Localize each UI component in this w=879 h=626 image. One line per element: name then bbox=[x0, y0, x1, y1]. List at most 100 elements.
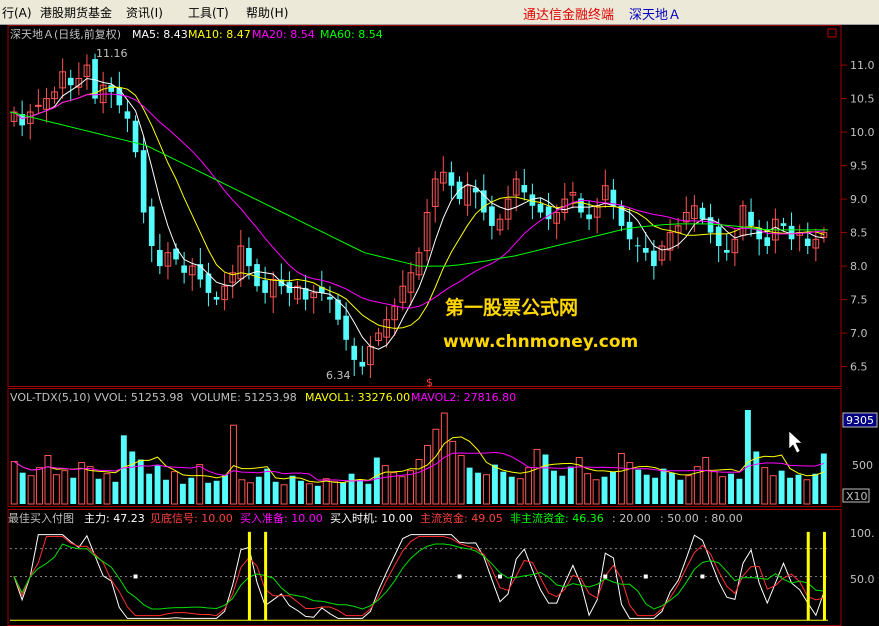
candle-body-down bbox=[359, 361, 366, 367]
menu-item-hk-futures-funds[interactable]: 港股期货基金 bbox=[40, 4, 112, 21]
volume-bar-down bbox=[635, 469, 642, 504]
menu-bar: 行(A) 港股期货基金 资讯(I) 工具(T) 帮助(H) 通达信金融终端 深天… bbox=[0, 0, 879, 25]
volume-bar-up bbox=[44, 455, 52, 505]
menu-item-info[interactable]: 资讯(I) bbox=[126, 4, 163, 21]
volume-bar-down bbox=[508, 476, 515, 504]
volume-bar-up bbox=[407, 470, 415, 505]
indicator-panel-title: 最佳买入付图 bbox=[8, 511, 74, 525]
volume-bar-up bbox=[685, 475, 693, 505]
volume-bar-up bbox=[710, 471, 718, 505]
ma5-label: MA5: 8.43 bbox=[132, 28, 188, 41]
zhuli-label: 主力: 47.23 bbox=[84, 512, 145, 525]
volume-bar-down bbox=[255, 476, 262, 504]
volume-bar-up bbox=[390, 472, 398, 505]
volume-bar-up bbox=[61, 470, 69, 505]
volume-bar-down bbox=[357, 479, 363, 504]
volume-bar-down bbox=[812, 473, 819, 504]
volume-bar-down bbox=[297, 480, 304, 504]
volume-bar-up bbox=[170, 471, 178, 505]
volume-bar-down bbox=[264, 468, 271, 504]
volume-bar-down bbox=[491, 464, 498, 504]
volume-bar-up bbox=[702, 457, 710, 505]
volume-bar-down bbox=[660, 468, 667, 504]
candle-body-down bbox=[246, 248, 252, 267]
volume-bar-down bbox=[289, 475, 296, 504]
volume-bar-up bbox=[516, 478, 524, 505]
menu-item-tools[interactable]: 工具(T) bbox=[188, 4, 229, 21]
vvol-label: VVOL: 51253.98 bbox=[94, 391, 183, 404]
price-panel-title: 深天地Ａ(日线,前复权) bbox=[10, 27, 121, 41]
candle-body-down bbox=[351, 345, 358, 360]
candle-body-down bbox=[780, 223, 787, 226]
volume-bar-down bbox=[120, 435, 127, 504]
price-tick-label: 10.5 bbox=[850, 93, 875, 106]
volume-bar-up bbox=[238, 479, 246, 505]
volume-bar-up bbox=[415, 459, 423, 505]
chart-canvas[interactable]: 11.0 10.5 10.0 9.5 9.0 8.5 8.0 7.5 7.0 6.5 深天地Ａ(日… bbox=[0, 25, 879, 626]
candle-body-up bbox=[35, 104, 42, 107]
volume-panel-title: VOL-TDX(5,10) bbox=[10, 391, 91, 404]
volume-bar-down bbox=[188, 477, 195, 504]
candle-body-down bbox=[764, 237, 771, 246]
volume-bar-down bbox=[820, 453, 827, 504]
candle-body-down bbox=[140, 150, 147, 213]
volume-label: VOLUME: 51253.98 bbox=[191, 391, 297, 404]
panel-expand-icon[interactable] bbox=[827, 28, 837, 38]
volume-bar-down bbox=[365, 483, 372, 504]
volume-bar-down bbox=[567, 466, 574, 504]
menu-item-help[interactable]: 帮助(H) bbox=[246, 4, 288, 21]
candle-body-down bbox=[521, 185, 528, 193]
candle-body-down bbox=[262, 280, 268, 293]
price-tick-label: 10.0 bbox=[850, 126, 875, 139]
volume-bar-down bbox=[129, 451, 136, 504]
volume-bar-down bbox=[146, 473, 153, 504]
candle-body-down bbox=[651, 250, 657, 267]
volume-bar-up bbox=[769, 475, 777, 505]
volume-bar-down bbox=[542, 454, 549, 504]
volume-bar-down bbox=[736, 478, 743, 504]
volume-bar-down bbox=[677, 479, 684, 504]
level-80-label: : 80.00 bbox=[704, 512, 743, 525]
candle-body-down bbox=[626, 221, 633, 240]
price-tick-label: 9.0 bbox=[850, 193, 868, 206]
volume-bar-up bbox=[27, 475, 35, 505]
price-axis: 11.0 10.5 10.0 9.5 9.0 8.5 8.0 7.5 7.0 6.5 bbox=[841, 59, 875, 374]
volume-axis-top: 9305 bbox=[846, 414, 874, 427]
candle-body-down bbox=[148, 206, 155, 246]
volume-bar-up bbox=[305, 483, 313, 505]
volume-bar-down bbox=[744, 410, 751, 504]
signal-dot bbox=[603, 574, 608, 579]
volume-bar-down bbox=[112, 481, 119, 504]
volume-bar-up bbox=[52, 474, 60, 505]
high-price-marker: 11.16 bbox=[96, 47, 128, 60]
volume-bar-up bbox=[483, 474, 490, 505]
volume-bar-down bbox=[213, 480, 220, 504]
ma60-label: MA60: 8.54 bbox=[320, 28, 383, 41]
candle-body-down bbox=[327, 296, 333, 300]
candle-body-down bbox=[67, 77, 74, 86]
mouse-cursor-icon bbox=[788, 430, 803, 454]
volume-bar-down bbox=[154, 465, 161, 504]
candle-body-down bbox=[642, 248, 649, 253]
signal-dot bbox=[457, 574, 462, 579]
volume-bar-down bbox=[466, 467, 473, 504]
volume-bar-down bbox=[500, 471, 507, 504]
volume-axis-mid: 500 bbox=[852, 459, 873, 472]
chart-area[interactable]: 11.0 10.5 10.0 9.5 9.0 8.5 8.0 7.5 7.0 6.5 深天地Ａ(日… bbox=[0, 25, 879, 626]
volume-bar-up bbox=[230, 424, 237, 505]
volume-bar-up bbox=[10, 461, 18, 505]
candle-body-down bbox=[788, 225, 795, 240]
indicator-panel-frame bbox=[7, 509, 842, 626]
price-tick-label: 9.5 bbox=[850, 160, 868, 173]
volume-bar-up bbox=[246, 482, 254, 505]
volume-bar-down bbox=[610, 471, 616, 504]
buy-signal-bar bbox=[247, 531, 251, 621]
volume-bar-up bbox=[86, 466, 94, 505]
volume-bar-down bbox=[348, 473, 355, 504]
price-tick-label: 11.0 bbox=[850, 59, 875, 72]
ma20-label: MA20: 8.54 bbox=[252, 28, 315, 41]
volume-bar-down bbox=[475, 472, 481, 504]
price-tick-label: 7.0 bbox=[850, 327, 868, 340]
menu-item-hang[interactable]: 行(A) bbox=[2, 4, 32, 21]
volume-bar-down bbox=[550, 470, 557, 504]
